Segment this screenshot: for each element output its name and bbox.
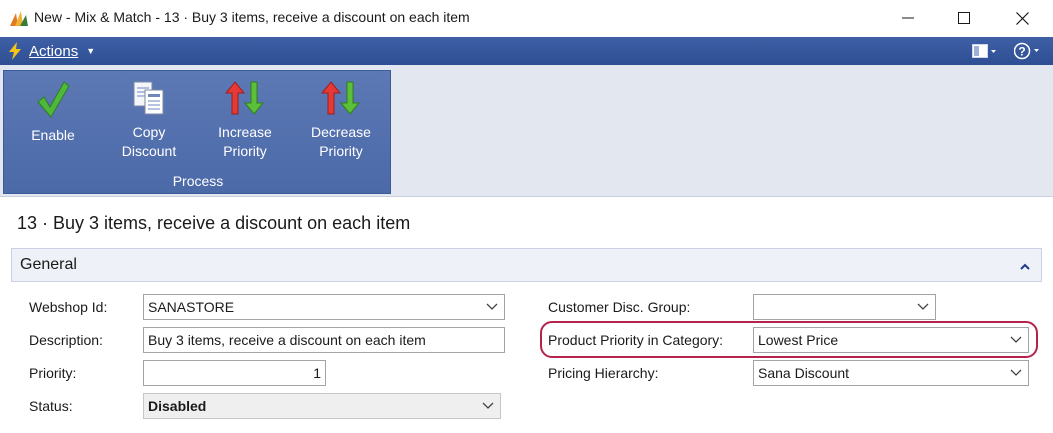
- priority-label: Priority:: [29, 365, 77, 381]
- customer-disc-group-field[interactable]: [753, 294, 936, 320]
- page-title: 13 · Buy 3 items, receive a discount on …: [17, 213, 411, 233]
- copy-document-icon: [133, 81, 164, 114]
- product-priority-field[interactable]: Lowest Price: [753, 327, 1029, 353]
- chevron-down-icon[interactable]: [1008, 332, 1024, 348]
- status-field[interactable]: Disabled: [143, 393, 501, 419]
- priority-value: 1: [313, 365, 321, 381]
- increase-priority-button[interactable]: Increase Priority: [202, 79, 288, 161]
- increase-priority-icon: [225, 80, 265, 115]
- enable-button[interactable]: Enable: [10, 79, 96, 161]
- copy-discount-label-line2: Discount: [121, 143, 177, 159]
- chevron-down-icon[interactable]: [1008, 365, 1024, 381]
- webshop-id-label: Webshop Id:: [29, 299, 108, 315]
- action-bar: Actions ▼ ?: [0, 37, 1053, 65]
- chevron-down-icon[interactable]: [480, 398, 496, 414]
- webshop-id-value: SANASTORE: [148, 299, 235, 315]
- product-priority-label: Product Priority in Category:: [548, 332, 724, 348]
- description-field[interactable]: Buy 3 items, receive a discount on each …: [143, 327, 505, 353]
- help-icon: ?: [1014, 42, 1039, 60]
- minimize-icon: [902, 17, 914, 19]
- enable-label: Enable: [31, 127, 75, 143]
- status-value: Disabled: [148, 398, 207, 414]
- ribbon-group-label: Process: [172, 173, 224, 189]
- webshop-id-field[interactable]: SANASTORE: [143, 294, 505, 320]
- increase-priority-label-line1: Increase: [218, 124, 272, 140]
- maximize-icon: [958, 12, 970, 24]
- close-icon: [1015, 11, 1029, 25]
- window-titlebar: New - Mix & Match - 13 · Buy 3 items, re…: [0, 0, 1053, 36]
- actions-label: Actions: [29, 42, 79, 60]
- svg-text:?: ?: [1018, 45, 1025, 59]
- maximize-button[interactable]: [941, 0, 987, 36]
- pricing-hierarchy-field[interactable]: Sana Discount: [753, 360, 1029, 386]
- customer-disc-group-label: Customer Disc. Group:: [548, 299, 691, 315]
- decrease-priority-label-line2: Priority: [319, 143, 363, 159]
- decrease-priority-button[interactable]: Decrease Priority: [298, 79, 384, 161]
- help-menu[interactable]: ?: [1014, 41, 1040, 61]
- collapse-button[interactable]: [1015, 256, 1035, 276]
- description-label: Description:: [29, 332, 103, 348]
- actions-menu[interactable]: Actions ▼: [8, 41, 95, 61]
- layout-icon: [972, 44, 996, 58]
- chevron-down-icon[interactable]: [484, 299, 500, 315]
- priority-field[interactable]: 1: [143, 360, 326, 386]
- layout-menu[interactable]: [972, 41, 996, 61]
- status-label: Status:: [29, 398, 73, 414]
- decrease-priority-icon: [321, 80, 361, 115]
- chevron-down-icon: ▼: [86, 46, 96, 56]
- increase-priority-label-line2: Priority: [223, 143, 267, 159]
- minimize-button[interactable]: [885, 0, 931, 36]
- chevron-down-icon[interactable]: [915, 299, 931, 315]
- chevron-up-icon: [1020, 263, 1030, 270]
- dynamics-nav-icon: [10, 11, 28, 26]
- close-button[interactable]: [999, 0, 1045, 36]
- product-priority-value: Lowest Price: [758, 332, 839, 348]
- fasttab-title: General: [20, 256, 77, 273]
- general-fasttab-header[interactable]: General: [11, 248, 1042, 282]
- window-title: New - Mix & Match - 13 · Buy 3 items, re…: [34, 9, 470, 25]
- copy-discount-button[interactable]: Copy Discount: [106, 79, 192, 161]
- lightning-icon: [9, 42, 21, 60]
- pricing-hierarchy-label: Pricing Hierarchy:: [548, 365, 659, 381]
- checkmark-icon: [37, 81, 70, 118]
- ribbon-group-process: Enable Copy Discount Increase Priority D…: [3, 70, 391, 194]
- pricing-hierarchy-value: Sana Discount: [758, 365, 850, 381]
- decrease-priority-label-line1: Decrease: [311, 124, 371, 140]
- description-value: Buy 3 items, receive a discount on each …: [148, 332, 426, 348]
- copy-discount-label-line1: Copy: [132, 124, 166, 140]
